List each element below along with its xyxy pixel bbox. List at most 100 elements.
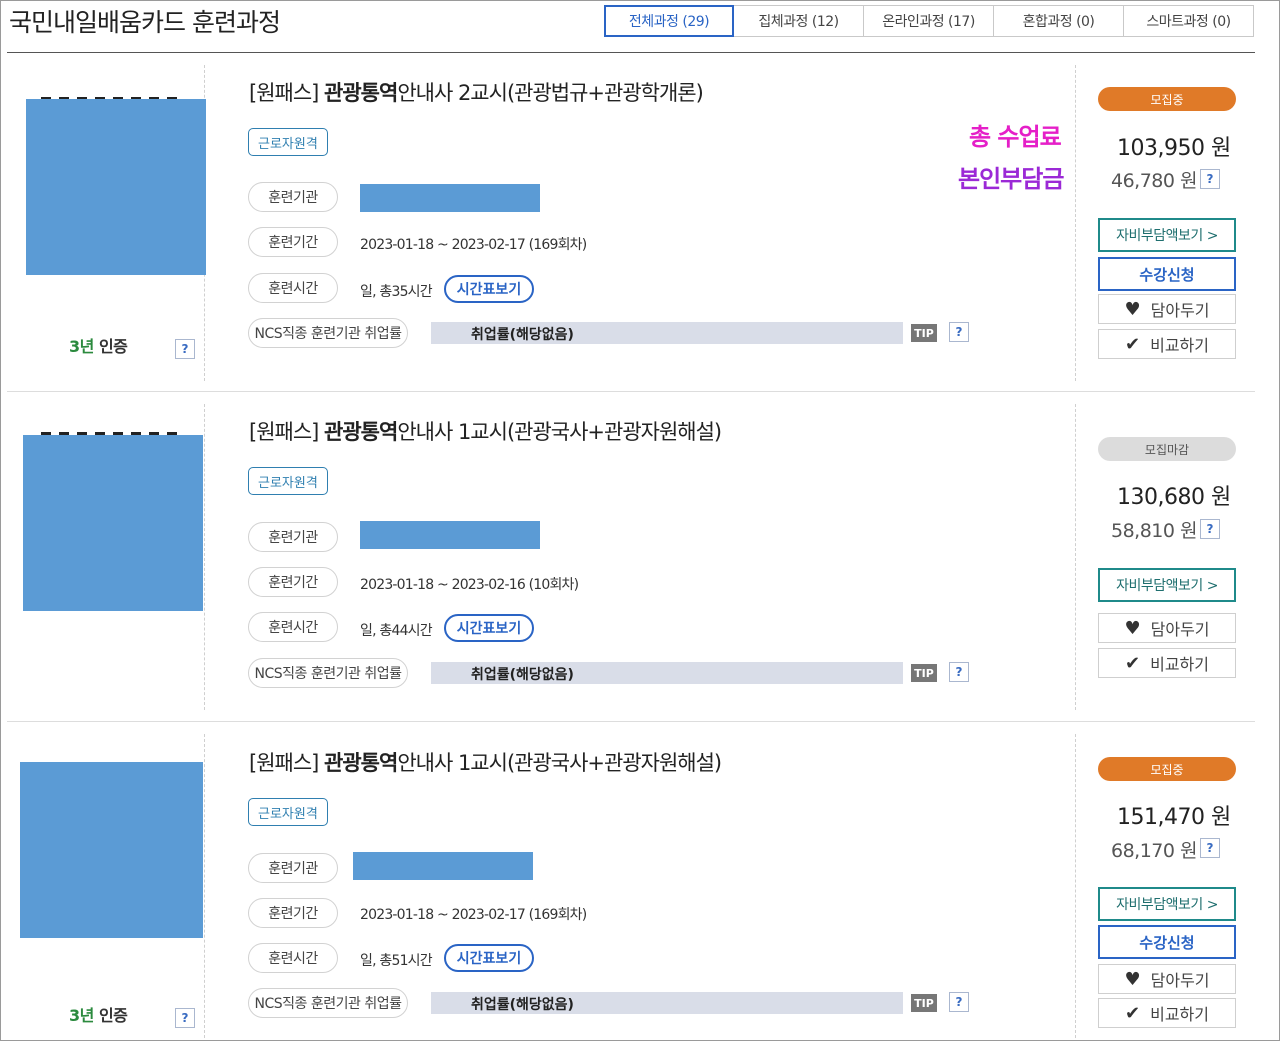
status-badge: 모집중 — [1098, 87, 1236, 111]
divider — [204, 734, 205, 1038]
training-hours: 일, 총51시간 — [360, 950, 432, 970]
annotation-total-fee: 총 수업료 — [969, 117, 1061, 152]
tab-online[interactable]: 온라인과정 (17) — [864, 5, 994, 37]
institution-name-masked[interactable] — [353, 852, 533, 880]
cert-label: 인증 — [99, 1006, 127, 1025]
help-icon[interactable]: ? — [1200, 838, 1220, 858]
heart-icon: ♥ — [1124, 969, 1140, 990]
certification-mark: 3년 인증 — [69, 333, 127, 357]
employment-rate: 취업률(해당없음) — [471, 664, 574, 684]
compare-button[interactable]: ✔ 비교하기 — [1098, 998, 1236, 1028]
tip-icon[interactable]: TIP — [911, 994, 937, 1012]
course-badge: 근로자원격 — [248, 467, 328, 495]
compare-button[interactable]: ✔ 비교하기 — [1098, 648, 1236, 678]
employment-rate: 취업률(해당없음) — [471, 994, 574, 1014]
title-keyword: 관광통역 — [324, 81, 397, 105]
tip-icon[interactable]: TIP — [911, 324, 937, 342]
check-icon: ✔ — [1125, 653, 1140, 674]
tab-all[interactable]: 전체과정 (29) — [604, 5, 734, 37]
training-period: 2023-01-18 ~ 2023-02-17 (169회차) — [360, 904, 586, 924]
page-title: 국민내일배움카드 훈련과정 — [9, 3, 280, 39]
course-badge: 근로자원격 — [248, 798, 328, 826]
label-period: 훈련기간 — [248, 567, 338, 597]
apply-button[interactable]: 수강신청 — [1098, 257, 1236, 291]
self-pay-price: 46,780 원 — [1111, 166, 1197, 193]
tab-blended[interactable]: 혼합과정 (0) — [994, 5, 1124, 37]
employment-rate-bar: 취업률(해당없음) — [431, 662, 903, 684]
course-thumbnail[interactable] — [20, 762, 203, 938]
tab-group[interactable]: 집체과정 (12) — [734, 5, 864, 37]
help-icon[interactable]: ? — [1200, 519, 1220, 539]
divider — [1075, 404, 1076, 710]
timetable-button[interactable]: 시간표보기 — [444, 944, 534, 972]
divider — [204, 404, 205, 710]
label-org: 훈련기관 — [248, 522, 338, 552]
self-pay-view-button[interactable]: 자비부담액보기 > — [1098, 218, 1236, 252]
help-icon[interactable]: ? — [949, 992, 969, 1012]
check-icon: ✔ — [1125, 334, 1140, 355]
course-title[interactable]: [원패스] 관광통역안내사 1교시(관광국사+관광자원해설) — [249, 416, 721, 446]
help-icon[interactable]: ? — [949, 662, 969, 682]
institution-name-masked[interactable] — [360, 521, 540, 549]
status-badge: 모집중 — [1098, 757, 1236, 781]
divider — [1075, 65, 1076, 381]
compare-button[interactable]: ✔ 비교하기 — [1098, 329, 1236, 359]
wishlist-label: 담아두기 — [1151, 616, 1210, 640]
help-icon[interactable]: ? — [1200, 169, 1220, 189]
course-type-tabs: 전체과정 (29) 집체과정 (12) 온라인과정 (17) 혼합과정 (0) … — [604, 5, 1254, 37]
title-rest: 안내사 1교시(관광국사+관광자원해설) — [397, 420, 721, 444]
check-icon: ✔ — [1125, 1003, 1140, 1024]
employment-rate-bar: 취업률(해당없음) — [431, 992, 903, 1014]
help-icon[interactable]: ? — [949, 322, 969, 342]
total-price: 130,680 원 — [1117, 479, 1231, 511]
compare-label: 비교하기 — [1150, 1001, 1209, 1025]
training-period: 2023-01-18 ~ 2023-02-17 (169회차) — [360, 234, 586, 254]
page-frame: 국민내일배움카드 훈련과정 전체과정 (29) 집체과정 (12) 온라인과정 … — [0, 0, 1280, 1041]
help-icon[interactable]: ? — [175, 1008, 195, 1028]
label-ncs: NCS직종 훈련기관 취업률 — [248, 988, 408, 1018]
label-ncs: NCS직종 훈련기관 취업률 — [248, 318, 408, 348]
heart-icon: ♥ — [1124, 618, 1140, 639]
wishlist-label: 담아두기 — [1151, 297, 1210, 321]
title-keyword: 관광통역 — [324, 751, 397, 775]
institution-name-masked[interactable] — [360, 184, 540, 212]
employment-rate: 취업률(해당없음) — [471, 324, 574, 344]
wishlist-button[interactable]: ♥ 담아두기 — [1098, 613, 1236, 643]
compare-label: 비교하기 — [1150, 651, 1209, 675]
course-badge: 근로자원격 — [248, 128, 328, 156]
label-hours: 훈련시간 — [248, 612, 338, 642]
title-rest: 안내사 1교시(관광국사+관광자원해설) — [397, 751, 721, 775]
wishlist-button[interactable]: ♥ 담아두기 — [1098, 294, 1236, 324]
heart-icon: ♥ — [1124, 299, 1140, 320]
self-pay-price: 58,810 원 — [1111, 516, 1197, 543]
self-pay-price: 68,170 원 — [1111, 836, 1197, 863]
timetable-button[interactable]: 시간표보기 — [444, 614, 534, 642]
wishlist-button[interactable]: ♥ 담아두기 — [1098, 964, 1236, 994]
certification-mark: 3년 인증 — [69, 1002, 127, 1026]
tip-icon[interactable]: TIP — [911, 664, 937, 682]
cert-label: 인증 — [99, 337, 127, 356]
label-period: 훈련기간 — [248, 898, 338, 928]
self-pay-view-button[interactable]: 자비부담액보기 > — [1098, 887, 1236, 921]
label-ncs: NCS직종 훈련기관 취업률 — [248, 658, 408, 688]
timetable-button[interactable]: 시간표보기 — [444, 275, 534, 303]
course-thumbnail[interactable] — [26, 99, 206, 275]
course-title[interactable]: [원패스] 관광통역안내사 1교시(관광국사+관광자원해설) — [249, 747, 721, 777]
course-title[interactable]: [원패스] 관광통역안내사 2교시(관광법규+관광학개론) — [249, 77, 703, 107]
cert-years: 3년 — [69, 1006, 94, 1025]
label-hours: 훈련시간 — [248, 943, 338, 973]
tab-smart[interactable]: 스마트과정 (0) — [1124, 5, 1254, 37]
title-keyword: 관광통역 — [324, 420, 397, 444]
title-prefix: [원패스] — [249, 81, 324, 105]
help-icon[interactable]: ? — [175, 339, 195, 359]
total-price: 151,470 원 — [1117, 799, 1231, 831]
wishlist-label: 담아두기 — [1151, 967, 1210, 991]
training-hours: 일, 총35시간 — [360, 281, 432, 301]
apply-button[interactable]: 수강신청 — [1098, 925, 1236, 959]
title-prefix: [원패스] — [249, 420, 324, 444]
employment-rate-bar: 취업률(해당없음) — [431, 322, 903, 344]
self-pay-view-button[interactable]: 자비부담액보기 > — [1098, 568, 1236, 602]
course-thumbnail[interactable] — [23, 435, 203, 611]
course-card: 3년 인증 ? [원패스] 관광통역안내사 2교시(관광법규+관광학개론) 근로… — [7, 53, 1255, 392]
training-hours: 일, 총44시간 — [360, 620, 432, 640]
